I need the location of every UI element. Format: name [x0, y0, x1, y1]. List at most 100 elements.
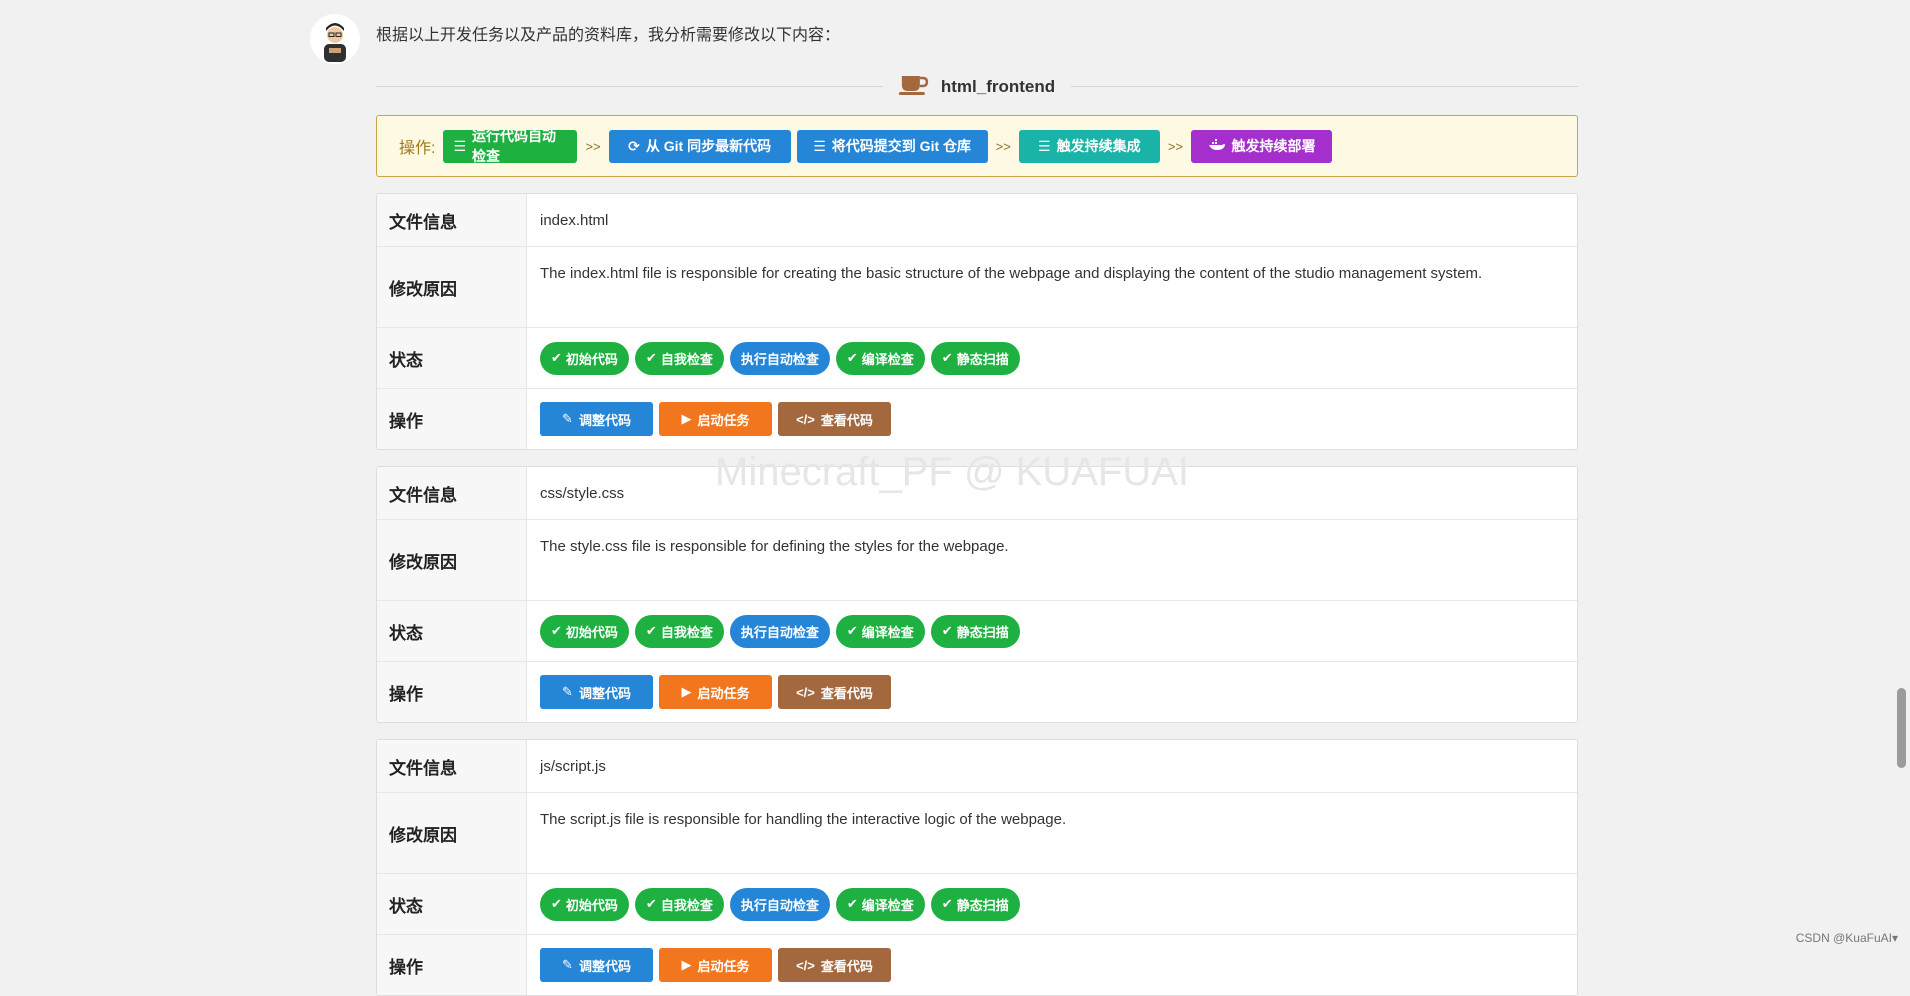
status-pill-initial[interactable]: ✔ 初始代码	[540, 887, 629, 921]
operations-bar: 操作: ☰ 运行代码自动检查 >> ⟳ 从 Git 同步最新代码 ☰ 将代码提交…	[376, 115, 1578, 177]
status-pill-self-check[interactable]: ✔ 自我检查	[634, 614, 724, 648]
docker-icon	[1208, 138, 1226, 154]
check-icon: ✔	[645, 623, 657, 638]
reason-label: 修改原因	[377, 793, 527, 873]
status-pill-self-check[interactable]: ✔ 自我检查	[634, 341, 724, 375]
arrow-separator: >>	[995, 138, 1011, 154]
view-code-button[interactable]: </> 查看代码	[778, 675, 891, 709]
file-card: 文件信息 index.html 修改原因 The index.html file…	[376, 193, 1578, 450]
status-pill-self-check[interactable]: ✔ 自我检查	[634, 887, 724, 921]
coffee-icon	[898, 72, 929, 101]
arrow-separator: >>	[1167, 138, 1184, 154]
avatar	[310, 14, 360, 64]
edit-icon: ✎	[562, 684, 573, 699]
start-task-button[interactable]: ▶ 启动任务	[659, 948, 772, 982]
reason-text: The index.html file is responsible for c…	[540, 265, 1483, 282]
adjust-code-button[interactable]: ✎ 调整代码	[540, 675, 653, 709]
actions-row: 操作 ✎ 调整代码 ▶ 启动任务 </> 查看代码	[377, 661, 1577, 722]
trigger-cd-button[interactable]: 触发持续部署	[1191, 129, 1333, 163]
reason-row: 修改原因 The script.js file is responsible f…	[377, 792, 1577, 873]
actions-label: 操作	[377, 389, 527, 449]
actions-row: 操作 ✎ 调整代码 ▶ 启动任务 </> 查看代码	[377, 388, 1577, 449]
status-row: 状态 ✔ 初始代码 ✔ 自我检查 执行自动检查 ✔ 编译检查 ✔ 静态扫描	[377, 873, 1577, 934]
edit-icon: ✎	[562, 957, 573, 972]
trigger-ci-button[interactable]: ☰ 触发持续集成	[1018, 129, 1160, 163]
reason-row: 修改原因 The index.html file is responsible …	[377, 246, 1577, 327]
status-pill-compile[interactable]: ✔ 编译检查	[835, 614, 925, 648]
run-auto-check-button[interactable]: ☰ 运行代码自动检查	[443, 128, 578, 164]
intro-text: 根据以上开发任务以及产品的资料库，我分析需要修改以下内容：	[376, 27, 841, 44]
check-icon: ✔	[941, 896, 953, 911]
status-pill-auto-check[interactable]: 执行自动检查	[729, 614, 830, 648]
list-icon: ☰	[1038, 137, 1051, 154]
check-icon: ✔	[645, 350, 657, 365]
status-pill-static-scan[interactable]: ✔ 静态扫描	[930, 341, 1020, 375]
reason-row: 修改原因 The style.css file is responsible f…	[377, 519, 1577, 600]
file-info-row: 文件信息 css/style.css	[377, 467, 1577, 519]
check-icon: ✔	[551, 350, 562, 365]
status-label: 状态	[377, 601, 527, 661]
status-pill-initial[interactable]: ✔ 初始代码	[540, 614, 629, 648]
arrow-separator: >>	[585, 138, 601, 154]
reason-text: The style.css file is responsible for de…	[540, 538, 1009, 555]
status-pill-compile[interactable]: ✔ 编译检查	[835, 887, 925, 921]
check-icon: ✔	[941, 350, 953, 365]
adjust-code-button[interactable]: ✎ 调整代码	[540, 402, 653, 436]
code-icon: </>	[796, 411, 815, 427]
play-icon: ▶	[681, 411, 692, 426]
reason-label: 修改原因	[377, 520, 527, 600]
section-title: html_frontend	[940, 76, 1056, 96]
status-pill-auto-check[interactable]: 执行自动检查	[729, 341, 830, 375]
reason-label: 修改原因	[377, 247, 527, 327]
status-pill-static-scan[interactable]: ✔ 静态扫描	[930, 887, 1020, 921]
adjust-code-button[interactable]: ✎ 调整代码	[540, 948, 653, 982]
check-icon: ✔	[551, 896, 562, 911]
play-icon: ▶	[681, 684, 692, 699]
analysis-content: html_frontend 操作: ☰ 运行代码自动检查 >> ⟳ 从 Git …	[376, 66, 1578, 996]
file-name: css/style.css	[540, 484, 625, 502]
scrollbar-thumb[interactable]	[1897, 688, 1906, 768]
actions-row: 操作 ✎ 调整代码 ▶ 启动任务 </> 查看代码	[377, 934, 1577, 995]
file-card: 文件信息 js/script.js 修改原因 The script.js fil…	[376, 739, 1578, 996]
code-icon: </>	[796, 957, 815, 973]
commit-git-button[interactable]: ☰ 将代码提交到 Git 仓库	[796, 129, 988, 163]
start-task-button[interactable]: ▶ 启动任务	[659, 675, 772, 709]
edit-icon: ✎	[562, 411, 573, 426]
file-name: js/script.js	[540, 757, 606, 775]
status-label: 状态	[377, 328, 527, 388]
status-pill-compile[interactable]: ✔ 编译检查	[835, 341, 925, 375]
reason-text: The script.js file is responsible for ha…	[540, 811, 1067, 828]
check-icon: ✔	[551, 623, 562, 638]
file-info-row: 文件信息 index.html	[377, 194, 1577, 246]
scrollbar[interactable]	[1894, 0, 1910, 951]
file-info-label: 文件信息	[377, 194, 527, 246]
status-label: 状态	[377, 874, 527, 934]
footer-credit: CSDN @KuaFuAI▾	[1795, 931, 1898, 945]
view-code-button[interactable]: </> 查看代码	[778, 402, 891, 436]
check-icon: ✔	[846, 350, 858, 365]
status-row: 状态 ✔ 初始代码 ✔ 自我检查 执行自动检查 ✔ 编译检查 ✔ 静态扫描	[377, 327, 1577, 388]
view-code-button[interactable]: </> 查看代码	[778, 948, 891, 982]
file-info-label: 文件信息	[377, 467, 527, 519]
check-icon: ✔	[846, 896, 858, 911]
caret-down-icon: ▾	[1891, 931, 1898, 945]
sync-git-button[interactable]: ⟳ 从 Git 同步最新代码	[608, 129, 791, 163]
list-icon: ☰	[813, 137, 826, 154]
file-name: index.html	[540, 211, 609, 229]
actions-label: 操作	[377, 662, 527, 722]
check-icon: ✔	[846, 623, 858, 638]
status-pill-initial[interactable]: ✔ 初始代码	[540, 341, 629, 375]
status-row: 状态 ✔ 初始代码 ✔ 自我检查 执行自动检查 ✔ 编译检查 ✔ 静态扫描	[377, 600, 1577, 661]
sync-icon: ⟳	[628, 137, 640, 154]
list-icon: ☰	[453, 137, 467, 154]
actions-label: 操作	[377, 935, 527, 995]
start-task-button[interactable]: ▶ 启动任务	[659, 402, 772, 436]
ops-label: 操作:	[399, 140, 436, 157]
status-pill-static-scan[interactable]: ✔ 静态扫描	[930, 614, 1020, 648]
check-icon: ✔	[941, 623, 953, 638]
status-pill-auto-check[interactable]: 执行自动检查	[729, 887, 830, 921]
file-info-row: 文件信息 js/script.js	[377, 740, 1577, 792]
section-divider: html_frontend	[376, 66, 1578, 106]
file-card: 文件信息 css/style.css 修改原因 The style.css fi…	[376, 466, 1578, 723]
file-info-label: 文件信息	[377, 740, 527, 792]
